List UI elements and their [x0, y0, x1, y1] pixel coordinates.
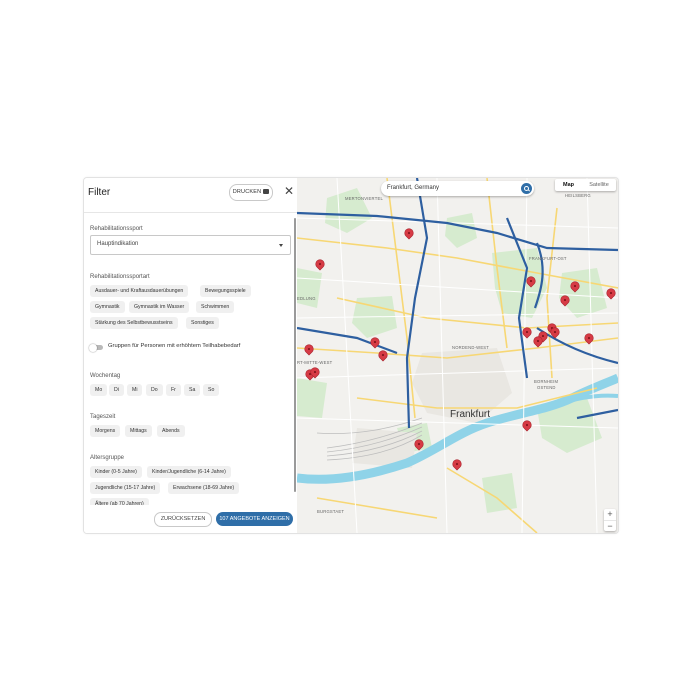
map-search-box[interactable]: Frankfurt, Germany [381, 181, 534, 196]
chip-altersgruppe[interactable]: Erwachsene (18-69 Jahre) [168, 482, 240, 494]
hauptindikation-select[interactable]: Hauptindikation [90, 235, 291, 255]
chip-altersgruppe[interactable]: Jugendliche (15-17 Jahre) [90, 482, 161, 494]
district-label: EDLUNG [297, 296, 316, 301]
chip-day[interactable]: Do [146, 384, 163, 396]
app-window: Filter DRUCKEN ✕ Rehabilitationssport Ha… [83, 177, 619, 534]
section-label-sportart: Rehabilitationssportart [90, 274, 150, 280]
reset-button[interactable]: ZURÜCKSETZEN [154, 512, 212, 527]
chip-tageszeit[interactable]: Morgens [90, 425, 121, 437]
chip-day[interactable]: Sa [184, 384, 201, 396]
chip-day[interactable]: Mi [127, 384, 143, 396]
section-label-wochentag: Wochentag [90, 373, 121, 379]
panel-header: Filter DRUCKEN ✕ [84, 178, 297, 208]
panel-title: Filter [88, 187, 111, 198]
map-type-satellite-button[interactable]: Satellite [582, 179, 616, 191]
zoom-control: + − [604, 509, 616, 531]
close-icon[interactable]: ✕ [283, 185, 295, 197]
print-button[interactable]: DRUCKEN [229, 184, 273, 201]
chip-altersgruppe[interactable]: Kinder/Jugendliche (6-14 Jahre) [147, 466, 231, 478]
chip-sportart[interactable]: Gymnastik im Wasser [129, 301, 190, 313]
district-label: RT-MITTE-WEST [297, 360, 333, 365]
select-value: Hauptindikation [97, 241, 139, 247]
toggle-label: Gruppen für Personen mit erhöhtem Teilha… [108, 343, 241, 349]
zoom-out-button[interactable]: − [604, 520, 616, 532]
district-label: BORNHEIM [534, 379, 559, 384]
zoom-in-button[interactable]: + [604, 509, 616, 520]
district-label: HEILSBERG [565, 193, 591, 198]
map-type-map-button[interactable]: Map [555, 179, 582, 191]
chip-sportart[interactable]: Gymnastik [90, 301, 125, 313]
map-type-control: Map Satellite [555, 179, 616, 191]
teilhabe-toggle[interactable] [89, 343, 103, 352]
chip-day[interactable]: Di [109, 384, 124, 396]
district-label: FRANKFURT-OST [529, 256, 567, 261]
map-view[interactable]: HEILSBERG MERTONVIERTEL FRANKFURT-OST NO… [297, 178, 618, 533]
chip-sportart[interactable]: Bewegungsspiele [200, 285, 251, 297]
print-label: DRUCKEN [232, 189, 262, 195]
toggle-knob [89, 343, 97, 352]
district-label: NORDEND-WEST [452, 345, 490, 350]
header-divider [84, 212, 297, 213]
map-canvas [297, 178, 618, 533]
district-label: BURGSTAET [317, 509, 345, 514]
district-label: OSTEND [537, 385, 556, 390]
chip-tageszeit[interactable]: Abends [157, 425, 185, 437]
chip-tageszeit[interactable]: Mittags [125, 425, 152, 437]
chip-altersgruppe[interactable]: Kinder (0-5 Jahre) [90, 466, 142, 478]
chip-day[interactable]: Fr [166, 384, 181, 396]
scrollbar-thumb[interactable] [294, 218, 296, 492]
chip-sportart[interactable]: Stärkung des Selbstbewusstseins [90, 317, 178, 329]
chip-day[interactable]: So [203, 384, 220, 396]
filter-panel: Filter DRUCKEN ✕ Rehabilitationssport Ha… [84, 178, 297, 533]
district-label: MERTONVIERTEL [345, 196, 383, 201]
city-label: Frankfurt [450, 409, 491, 420]
chip-sportart[interactable]: Schwimmen [196, 301, 235, 313]
search-icon[interactable] [521, 183, 532, 194]
section-label-rehabsport: Rehabilitationssport [90, 226, 143, 232]
chip-day[interactable]: Mo [90, 384, 108, 396]
section-label-altersgruppe: Altersgruppe [90, 455, 125, 461]
chevron-down-icon [279, 244, 283, 247]
chip-sportart[interactable]: Ausdauer- und Kraftausdauerübungen [90, 285, 189, 297]
section-label-tageszeit: Tageszeit [90, 414, 116, 420]
printer-icon [263, 189, 270, 195]
chip-sportart[interactable]: Sonstiges [186, 317, 219, 329]
search-input[interactable]: Frankfurt, Germany [387, 185, 439, 191]
show-results-button[interactable]: 107 ANGEBOTE ANZEIGEN [216, 512, 293, 526]
